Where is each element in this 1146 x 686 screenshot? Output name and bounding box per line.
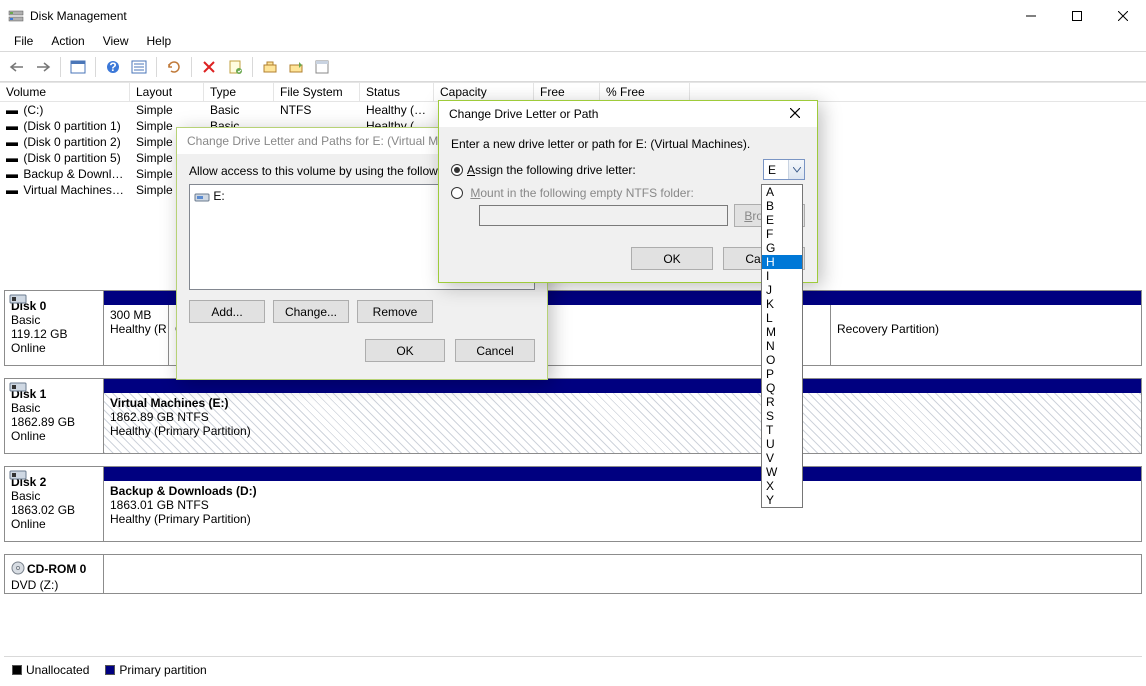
- col-capacity[interactable]: Capacity: [434, 82, 534, 101]
- dropdown-option[interactable]: P: [762, 367, 802, 381]
- col-fs[interactable]: File System: [274, 82, 360, 101]
- dropdown-option[interactable]: W: [762, 465, 802, 479]
- col-layout[interactable]: Layout: [130, 82, 204, 101]
- menubar: File Action View Help: [0, 31, 1146, 52]
- show-hide-tree-button[interactable]: [67, 56, 89, 78]
- window-title: Disk Management: [30, 9, 127, 23]
- delete-button[interactable]: [198, 56, 220, 78]
- col-freespace[interactable]: Free Spa...: [534, 82, 600, 101]
- drive-letter-dropdown[interactable]: ABEFGHIJKLMNOPQRSTUVWXY: [761, 184, 803, 508]
- dropdown-option[interactable]: N: [762, 339, 802, 353]
- dropdown-option[interactable]: T: [762, 423, 802, 437]
- dialog1-ok-button[interactable]: OK: [365, 339, 445, 362]
- dropdown-option[interactable]: S: [762, 409, 802, 423]
- legend: Unallocated Primary partition: [4, 656, 1142, 682]
- disk-map: Disk 0Basic119.12 GBOnline300 MBHealthy …: [4, 290, 1142, 652]
- radio-assign-label[interactable]: Assign the following drive letter:: [467, 163, 636, 177]
- partition[interactable]: Virtual Machines (E:)1862.89 GB NTFSHeal…: [104, 393, 1141, 453]
- dialog1-cancel-button[interactable]: Cancel: [455, 339, 535, 362]
- col-status[interactable]: Status: [360, 82, 434, 101]
- dropdown-option[interactable]: Q: [762, 381, 802, 395]
- dropdown-option[interactable]: R: [762, 395, 802, 409]
- dropdown-option[interactable]: E: [762, 213, 802, 227]
- remove-button[interactable]: Remove: [357, 300, 433, 323]
- disk-row: Disk 0Basic119.12 GBOnline300 MBHealthy …: [4, 290, 1142, 366]
- col-volume[interactable]: Volume: [0, 82, 130, 101]
- dropdown-option[interactable]: U: [762, 437, 802, 451]
- cdrom-icon: [11, 561, 27, 578]
- dropdown-option[interactable]: A: [762, 185, 802, 199]
- menu-action[interactable]: Action: [43, 32, 92, 50]
- partition[interactable]: 300 MBHealthy (R: [104, 305, 169, 365]
- volume-list-header: Volume Layout Type File System Status Ca…: [0, 82, 1146, 102]
- radio-mount-label[interactable]: Mount in the following empty NTFS folder…: [470, 186, 693, 200]
- chevron-down-icon: [788, 160, 804, 179]
- dialog2-close-button[interactable]: [783, 107, 807, 121]
- cdrom-row: CD-ROM 0DVD (Z:): [4, 554, 1142, 594]
- back-button[interactable]: [6, 56, 28, 78]
- drive-letter-combo[interactable]: E: [763, 159, 805, 180]
- menu-file[interactable]: File: [6, 32, 41, 50]
- add-button[interactable]: Add...: [189, 300, 265, 323]
- disk-info-panel[interactable]: Disk 2Basic1863.02 GBOnline: [4, 466, 104, 542]
- maximize-button[interactable]: [1054, 0, 1100, 31]
- dropdown-option[interactable]: F: [762, 227, 802, 241]
- properties-button[interactable]: [224, 56, 246, 78]
- dropdown-option[interactable]: L: [762, 311, 802, 325]
- disk-info-panel[interactable]: Disk 0Basic119.12 GBOnline: [4, 290, 104, 366]
- mount-path-input: [479, 205, 728, 226]
- change-button[interactable]: Change...: [273, 300, 349, 323]
- minimize-button[interactable]: [1008, 0, 1054, 31]
- dropdown-option[interactable]: H: [762, 255, 802, 269]
- dropdown-option[interactable]: K: [762, 297, 802, 311]
- toolbar: ?: [0, 52, 1146, 82]
- dropdown-option[interactable]: X: [762, 479, 802, 493]
- help-button[interactable]: ?: [102, 56, 124, 78]
- disk-info-panel[interactable]: Disk 1Basic1862.89 GBOnline: [4, 378, 104, 454]
- volume-action-2-button[interactable]: [285, 56, 307, 78]
- refresh-button[interactable]: [163, 56, 185, 78]
- dropdown-option[interactable]: G: [762, 241, 802, 255]
- menu-view[interactable]: View: [95, 32, 137, 50]
- svg-text:?: ?: [109, 60, 116, 74]
- volume-action-1-button[interactable]: [259, 56, 281, 78]
- cdrom-info-panel[interactable]: CD-ROM 0DVD (Z:): [4, 554, 104, 594]
- dialog2-instruction: Enter a new drive letter or path for E: …: [451, 137, 805, 151]
- volume-action-3-button[interactable]: [311, 56, 333, 78]
- menu-help[interactable]: Help: [139, 32, 180, 50]
- dropdown-option[interactable]: M: [762, 325, 802, 339]
- radio-assign-letter[interactable]: [451, 164, 463, 176]
- legend-primary: Primary partition: [119, 663, 206, 677]
- col-pctfree[interactable]: % Free: [600, 82, 690, 101]
- dropdown-option[interactable]: V: [762, 451, 802, 465]
- partition[interactable]: Recovery Partition): [831, 305, 1141, 365]
- window-titlebar: Disk Management: [0, 0, 1146, 31]
- disk-row: Disk 1Basic1862.89 GBOnlineVirtual Machi…: [4, 378, 1142, 454]
- dropdown-option[interactable]: Y: [762, 493, 802, 507]
- drive-icon: [194, 191, 210, 206]
- col-type[interactable]: Type: [204, 82, 274, 101]
- disk-row: Disk 2Basic1863.02 GBOnlineBackup & Down…: [4, 466, 1142, 542]
- dialog2-title: Change Drive Letter or Path: [449, 107, 598, 121]
- legend-unallocated: Unallocated: [26, 663, 89, 677]
- dropdown-option[interactable]: B: [762, 199, 802, 213]
- partition[interactable]: Backup & Downloads (D:)1863.01 GB NTFSHe…: [104, 481, 1141, 541]
- dropdown-option[interactable]: J: [762, 283, 802, 297]
- action-list-button[interactable]: [128, 56, 150, 78]
- dropdown-option[interactable]: I: [762, 269, 802, 283]
- app-icon: [8, 8, 24, 24]
- radio-mount-folder[interactable]: [451, 187, 463, 199]
- close-button[interactable]: [1100, 0, 1146, 31]
- dialog2-ok-button[interactable]: OK: [631, 247, 713, 270]
- dropdown-option[interactable]: O: [762, 353, 802, 367]
- forward-button[interactable]: [32, 56, 54, 78]
